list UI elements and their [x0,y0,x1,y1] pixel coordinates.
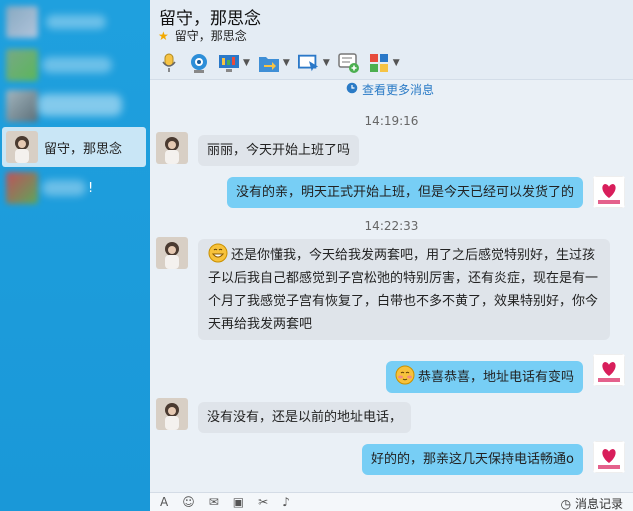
message-line: 个月了我感觉子宫有恢复了，白带也不多不黄了，效果特别好，你今 [208,294,599,309]
contact-list: 留守，那思念 ! [0,0,150,511]
apps-icon [368,52,390,74]
message-history-button[interactable]: ◷ 消息记录 [561,495,623,511]
avatar [6,6,38,38]
add-message-button[interactable] [338,50,360,76]
message-bubble-outgoing: 好的的，那亲这几天保持电话畅通o [362,444,583,475]
avatar[interactable] [156,398,188,430]
star-icon: ★ [158,28,169,43]
send-file-button[interactable]: ▼ [258,50,290,76]
font-icon[interactable]: A [160,495,168,509]
voice-call-button[interactable] [158,50,180,76]
grin-emoji-icon [208,243,228,263]
apps-button[interactable]: ▼ [368,50,400,76]
emoji-icon[interactable]: ☺ [182,495,195,509]
contact-signature: ★ 留守，那思念 [158,27,247,44]
view-more-messages-link[interactable]: 查看更多消息 [346,81,434,98]
history-label: 消息记录 [574,497,623,511]
screen-share-button[interactable]: ▼ [218,50,250,76]
avatar [6,131,38,163]
message-line: 天再给我发两套吧 [208,317,313,332]
message-line: 子以后我自己都感觉到子宫松弛的特别厉害，还有炎症，现在是有一 [208,271,599,286]
avatar[interactable] [593,441,625,473]
message-line: 还是你懂我，今天给我发两套吧，用了之后感觉特别好，生过孩 [231,248,596,263]
contact-item-selected[interactable]: 留守，那思念 [2,127,146,167]
chevron-down-icon[interactable]: ▼ [283,58,290,68]
remote-assist-button[interactable]: ▼ [297,50,330,76]
clock-icon [346,82,358,97]
timestamp: 14:19:16 [364,114,419,128]
chevron-down-icon[interactable]: ▼ [393,58,400,68]
avatar [6,49,38,81]
file-transfer-icon [258,52,280,74]
input-toolbar: A ☺ ✉ ▣ ✂ ♪ ◷ 消息记录 [150,492,633,511]
contact-item[interactable] [2,86,146,126]
contact-name: ! [88,180,94,196]
microphone-icon [158,52,180,74]
image-icon[interactable]: ▣ [233,495,244,509]
message-bubble-incoming: 没有没有，还是以前的地址电话， [198,402,412,433]
message-area: 查看更多消息 14:19:16 丽丽，今天开始上班了吗 没有的亲，明天正式开始上… [150,80,633,492]
message-bubble-incoming: 还是你懂我，今天给我发两套吧，用了之后感觉特别好，生过孩 子以后我自己都感觉到子… [198,239,610,340]
subtitle-text: 留守，那思念 [174,29,247,43]
message-bubble-outgoing: 没有的亲，明天正式开始上班，但是今天已经可以发货了的 [227,177,584,208]
contact-name: 留守，那思念 [44,141,123,157]
add-message-icon [338,52,360,74]
chevron-down-icon[interactable]: ▼ [243,58,250,68]
video-call-button[interactable] [188,50,210,76]
blush-emoji-icon [395,365,415,385]
avatar[interactable] [593,354,625,386]
gift-icon[interactable]: ✉ [209,495,219,509]
screenshot-icon[interactable]: ✂ [258,495,268,509]
clock-icon: ◷ [560,497,572,511]
screen-share-icon [218,52,240,74]
avatar[interactable] [156,132,188,164]
avatar[interactable] [156,237,188,269]
avatar [6,90,38,122]
message-text: 恭喜恭喜，地址电话有变吗 [418,370,575,385]
contact-item[interactable]: ! [2,168,146,208]
avatar[interactable] [593,176,625,208]
chat-toolbar: ▼ ▼ ▼ ▼ [158,50,408,76]
video-camera-icon [188,52,210,74]
message-bubble-incoming: 丽丽，今天开始上班了吗 [198,135,360,166]
message-bubble-outgoing: 恭喜恭喜，地址电话有变吗 [386,361,584,393]
view-more-label: 查看更多消息 [362,83,435,97]
contact-item[interactable] [2,2,146,42]
timestamp: 14:22:33 [364,219,419,233]
avatar [6,172,38,204]
page-title: 留守，那思念 [159,9,261,29]
chevron-down-icon[interactable]: ▼ [323,58,330,68]
contact-item[interactable] [2,45,146,85]
chat-header: 留守，那思念 ★ 留守，那思念 ▼ ▼ ▼ ▼ [150,0,633,80]
music-icon[interactable]: ♪ [282,495,290,509]
remote-assist-icon [297,52,320,74]
